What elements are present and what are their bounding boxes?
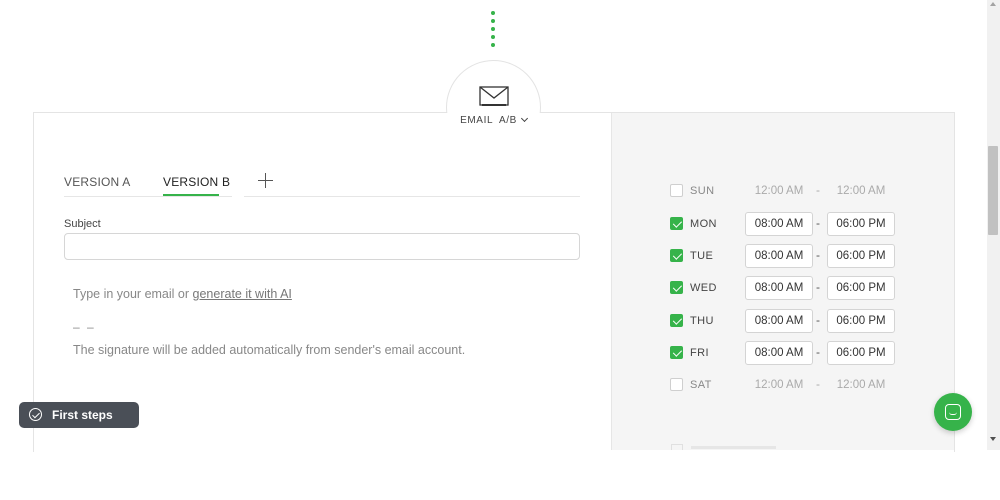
day-label: FRI — [690, 347, 709, 359]
signature-separator: – – — [73, 320, 96, 334]
time-from[interactable]: 08:00 AM — [745, 341, 813, 365]
clipped-option-row — [671, 444, 781, 450]
time-to[interactable]: 06:00 PM — [827, 244, 895, 268]
range-separator: - — [816, 345, 820, 359]
time-to[interactable]: 06:00 PM — [827, 309, 895, 333]
tab-version-a[interactable]: VERSION A — [64, 175, 131, 189]
day-label: SAT — [690, 379, 712, 391]
day-checkbox[interactable] — [670, 314, 683, 327]
day-checkbox[interactable] — [670, 249, 683, 262]
signature-note: The signature will be added automaticall… — [73, 343, 466, 357]
range-separator: - — [816, 313, 820, 327]
day-label: THU — [690, 315, 714, 327]
range-separator: - — [816, 183, 820, 197]
active-tab-indicator — [163, 194, 219, 196]
connector-dot — [491, 27, 495, 31]
first-steps-label: First steps — [52, 408, 113, 422]
check-circle-icon — [29, 408, 42, 421]
day-checkbox[interactable] — [670, 346, 683, 359]
day-label: MON — [690, 218, 717, 230]
time-from[interactable]: 12:00 AM — [745, 179, 813, 203]
first-steps-button[interactable]: First steps — [19, 402, 139, 428]
time-from[interactable]: 08:00 AM — [745, 276, 813, 300]
time-to[interactable]: 12:00 AM — [827, 373, 895, 397]
time-from[interactable]: 08:00 AM — [745, 309, 813, 333]
tabs-divider — [64, 196, 580, 197]
time-to[interactable]: 12:00 AM — [827, 179, 895, 203]
schedule-row-wed: WED 08:00 AM - 06:00 PM — [670, 276, 910, 300]
time-to[interactable]: 06:00 PM — [827, 341, 895, 365]
range-separator: - — [816, 280, 820, 294]
chevron-down-icon — [520, 114, 528, 123]
range-separator: - — [816, 216, 820, 230]
day-checkbox[interactable] — [670, 378, 683, 391]
day-label: SUN — [690, 185, 715, 197]
day-label: WED — [690, 282, 717, 294]
connector-dot — [491, 43, 495, 47]
schedule-row-fri: FRI 08:00 AM - 06:00 PM — [670, 341, 910, 365]
email-ab-label: EMAIL A/B — [460, 115, 517, 126]
schedule-row-thu: THU 08:00 AM - 06:00 PM — [670, 309, 910, 333]
day-checkbox[interactable] — [670, 184, 683, 197]
time-from[interactable]: 08:00 AM — [745, 212, 813, 236]
schedule-row-tue: TUE 08:00 AM - 06:00 PM — [670, 244, 910, 268]
schedule-row-mon: MON 08:00 AM - 06:00 PM — [670, 212, 910, 236]
subject-input[interactable] — [64, 233, 580, 260]
envelope-icon — [479, 86, 509, 106]
body-placeholder: Type in your email or — [73, 287, 190, 301]
time-to[interactable]: 06:00 PM — [827, 212, 895, 236]
scroll-up-arrow-icon[interactable] — [990, 2, 996, 6]
chat-button[interactable] — [934, 393, 972, 431]
email-body-editor[interactable]: Type in your email or generate it with A… — [73, 287, 292, 301]
range-separator: - — [816, 377, 820, 391]
plus-icon[interactable] — [258, 173, 274, 189]
schedule-row-sat: SAT 12:00 AM - 12:00 AM — [670, 373, 910, 397]
tab-version-b[interactable]: VERSION B — [163, 175, 230, 189]
clipped-label — [691, 446, 776, 449]
day-label: TUE — [690, 250, 714, 262]
schedule-row-sun: SUN 12:00 AM - 12:00 AM — [670, 179, 910, 203]
time-from[interactable]: 08:00 AM — [745, 244, 813, 268]
time-from[interactable]: 12:00 AM — [745, 373, 813, 397]
time-to[interactable]: 06:00 PM — [827, 276, 895, 300]
tabs-gap — [232, 196, 244, 197]
day-checkbox[interactable] — [670, 217, 683, 230]
email-ab-dropdown[interactable]: EMAIL A/B — [447, 114, 540, 126]
clipped-checkbox — [671, 444, 683, 450]
subject-label: Subject — [64, 218, 101, 230]
range-separator: - — [816, 248, 820, 262]
scrollbar-thumb[interactable] — [988, 146, 998, 235]
day-checkbox[interactable] — [670, 281, 683, 294]
scroll-down-arrow-icon[interactable] — [990, 437, 996, 441]
generate-ai-link[interactable]: generate it with AI — [193, 287, 292, 301]
connector-dot — [491, 19, 495, 23]
connector-dot — [491, 35, 495, 39]
connector-dot — [491, 11, 495, 15]
